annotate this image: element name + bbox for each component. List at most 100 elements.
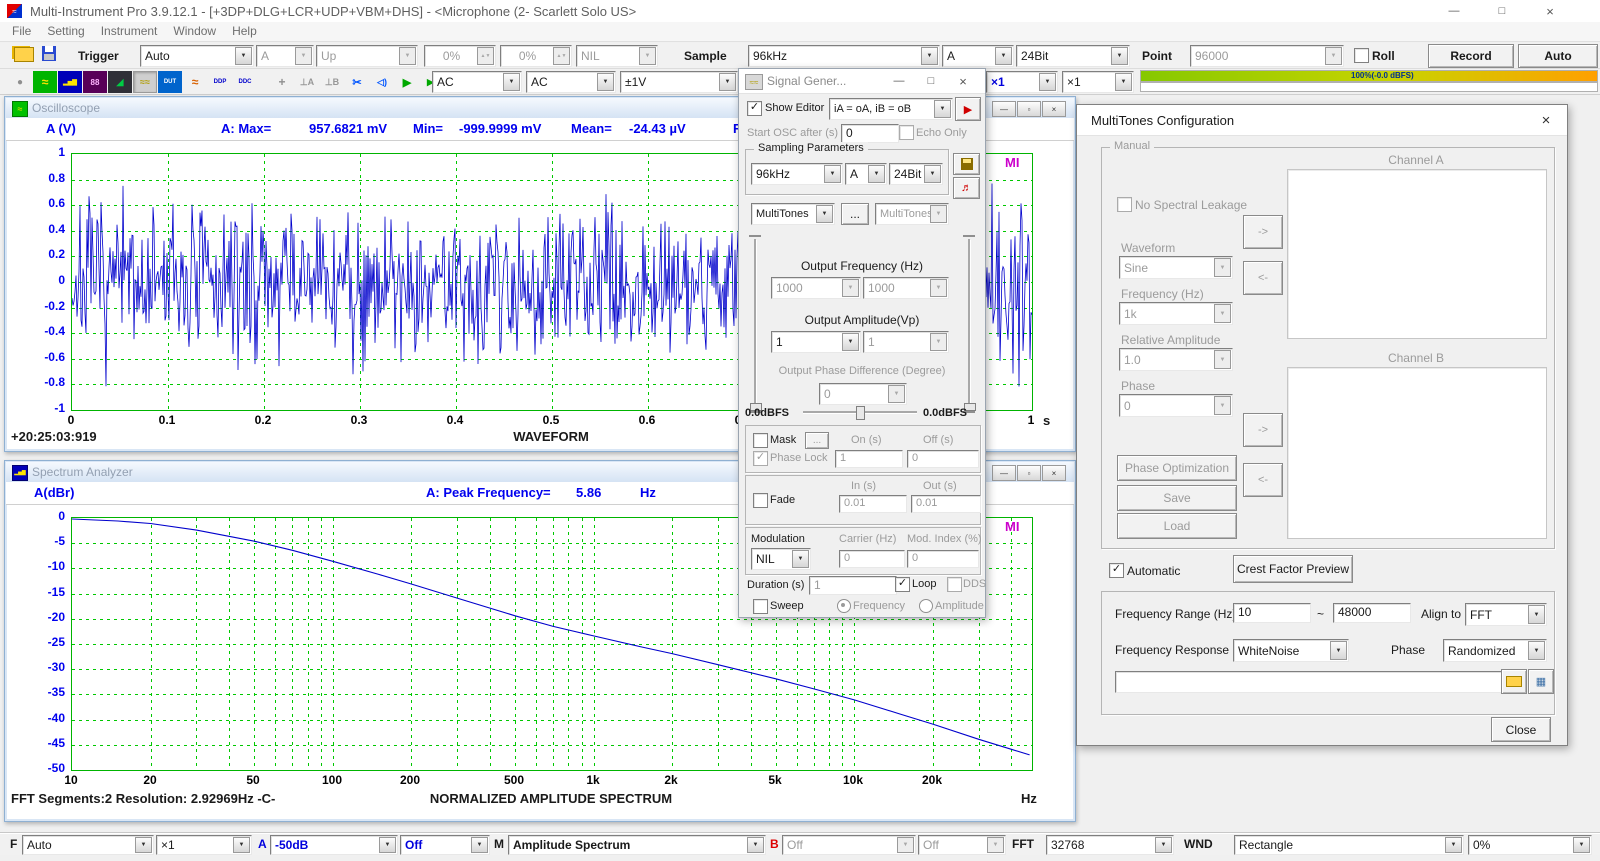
spectrum-3d-plot-icon[interactable]: ◢ <box>108 71 132 93</box>
sampling-rate-select[interactable]: 96kHz▼ <box>748 45 940 67</box>
oscilloscope-close-icon[interactable]: × <box>1042 101 1066 117</box>
loop-checkbox[interactable]: ✓ <box>895 577 910 592</box>
input-range-select[interactable]: ±1V▼ <box>620 71 738 93</box>
menu-item-setting[interactable]: Setting <box>39 22 92 40</box>
multimeter-icon[interactable]: 88 <box>83 71 107 93</box>
amplitude-slider-a[interactable] <box>747 233 763 413</box>
show-editor-checkbox[interactable]: ✓ <box>747 101 762 116</box>
signal-generator-titlebar[interactable]: ≈≈ Signal Gener... — □ × <box>739 69 985 94</box>
signal-generator-minimize-icon[interactable]: — <box>885 73 913 89</box>
probe-calibration-icon[interactable]: + <box>270 71 294 93</box>
ddc-icon[interactable]: DDC <box>233 71 257 93</box>
device-test-plan-icon[interactable]: DUT <box>158 71 182 93</box>
cursor-reader-icon[interactable]: ✂ <box>345 71 369 93</box>
spectrum-analyzer-icon[interactable]: ▂▅▇ <box>58 71 82 93</box>
chevron-down-icon: ▼ <box>921 47 938 65</box>
crest-factor-preview-button[interactable]: Crest Factor Preview <box>1233 555 1353 583</box>
spectrum-restore-icon[interactable]: ▫ <box>1017 465 1041 481</box>
oscilloscope-icon[interactable]: ≈ <box>33 71 57 93</box>
record-button[interactable]: Record <box>1428 44 1514 68</box>
automatic-checkbox[interactable]: ✓ <box>1109 563 1124 578</box>
mask-checkbox[interactable] <box>753 433 768 448</box>
run-icon[interactable]: ▶ <box>395 71 419 93</box>
amplitude-slider-b[interactable] <box>961 233 977 413</box>
sampling-channel-select[interactable]: A▼ <box>942 45 1014 67</box>
roll-checkbox[interactable] <box>1354 48 1369 63</box>
open-file-icon[interactable] <box>14 47 34 62</box>
chevron-down-icon: ▼ <box>868 165 885 183</box>
oscilloscope-minimize-icon[interactable]: — <box>992 101 1016 117</box>
point-select: 96000▼ <box>1190 45 1344 67</box>
file-path-input[interactable] <box>1115 671 1503 693</box>
b-offset-select: Off▼ <box>918 835 1006 855</box>
ground-b-icon[interactable]: ⊥B <box>320 71 344 93</box>
oscilloscope-restore-icon[interactable]: ▫ <box>1017 101 1041 117</box>
maximize-button[interactable]: □ <box>1486 2 1518 20</box>
auto-scale-button[interactable]: Auto <box>1518 44 1598 68</box>
save-file-icon[interactable] <box>42 46 56 61</box>
gen-rate-select[interactable]: 96kHz▼ <box>751 163 843 185</box>
menu-item-window[interactable]: Window <box>165 22 224 40</box>
sweep-checkbox[interactable] <box>753 599 768 614</box>
phase-mode-select[interactable]: Randomized▼ <box>1443 639 1547 662</box>
derived-data-point-icon[interactable]: ≈ <box>183 71 207 93</box>
score-note-icon[interactable]: ♬ <box>953 177 980 199</box>
edit-grid-button[interactable]: ▦ <box>1528 669 1554 694</box>
coupling-a-select[interactable]: AC▼ <box>432 71 522 93</box>
sound-device-icon[interactable]: ◁) <box>370 71 394 93</box>
frequency-response-select[interactable]: WhiteNoise▼ <box>1233 639 1349 662</box>
routing-select[interactable]: iA = oA, iB = oB▼ <box>829 98 953 120</box>
window-function-select[interactable]: Rectangle▼ <box>1234 835 1464 855</box>
spectrum-y-tick: -45 <box>23 736 65 750</box>
signal-generator-icon[interactable]: ≈≈ <box>133 71 157 93</box>
gen-bits-select[interactable]: 24Bit▼ <box>889 163 943 185</box>
coupling-b-select[interactable]: AC▼ <box>526 71 616 93</box>
menu-item-file[interactable]: File <box>4 22 39 40</box>
a-range-select[interactable]: -50dB▼ <box>270 835 398 855</box>
multitones-titlebar[interactable]: MultiTones Configuration × <box>1077 105 1567 136</box>
probe-b-select[interactable]: ×1▼ <box>1062 71 1134 93</box>
modulation-select[interactable]: NIL▼ <box>751 548 811 570</box>
multitones-close-button[interactable]: Close <box>1491 717 1551 742</box>
generator-run-button[interactable]: ▶ <box>955 97 981 121</box>
amplitude-a-select[interactable]: 1▼ <box>771 331 861 353</box>
align-to-select[interactable]: FFT▼ <box>1465 603 1547 626</box>
close-button[interactable]: × <box>1534 2 1566 20</box>
spectrum-minimize-icon[interactable]: — <box>992 465 1016 481</box>
a-offset-select[interactable]: Off▼ <box>400 835 490 855</box>
open-tones-file-button[interactable] <box>1501 669 1527 694</box>
overlap-select[interactable]: 0%▼ <box>1468 835 1592 855</box>
waveform-a-select[interactable]: MultiTones▼ <box>751 203 835 225</box>
menu-item-instrument[interactable]: Instrument <box>93 22 166 40</box>
record-indicator-icon[interactable]: ● <box>8 71 32 93</box>
title-bar: ≈ Multi-Instrument Pro 3.9.12.1 - [+3DP+… <box>0 0 1600 23</box>
fade-checkbox[interactable] <box>753 493 768 508</box>
ddp-viewer-icon[interactable]: DDP <box>208 71 232 93</box>
sampling-bits-select[interactable]: 24Bit▼ <box>1016 45 1130 67</box>
range-max-input[interactable]: 48000 <box>1333 603 1411 623</box>
trigger-mode-select[interactable]: Auto▼ <box>140 45 254 67</box>
mode-select[interactable]: Amplitude Spectrum▼ <box>508 835 766 855</box>
signal-generator-close-icon[interactable]: × <box>949 73 977 89</box>
probe-a-select[interactable]: ×1▼ <box>986 71 1058 93</box>
spectrum-y-tick: -25 <box>23 635 65 649</box>
dbfs-slider[interactable] <box>801 405 919 419</box>
chevron-down-icon: ▼ <box>379 837 396 853</box>
signal-generator-maximize-icon[interactable]: □ <box>917 73 945 89</box>
waveform-browse-button[interactable]: ... <box>841 203 869 225</box>
range-min-input[interactable]: 10 <box>1233 603 1311 623</box>
fft-size-select[interactable]: 32768▼ <box>1046 835 1174 855</box>
ground-a-icon[interactable]: ⊥A <box>295 71 319 93</box>
channel-a-listbox[interactable] <box>1287 169 1547 339</box>
multiplier-select[interactable]: ×1▼ <box>156 835 252 855</box>
minimize-button[interactable]: — <box>1438 2 1470 20</box>
spectrum-close-icon[interactable]: × <box>1042 465 1066 481</box>
chevron-down-icon: ▼ <box>399 47 416 65</box>
gen-channel-select[interactable]: A▼ <box>845 163 887 185</box>
menu-item-help[interactable]: Help <box>224 22 265 40</box>
frequency-axis-select[interactable]: Auto▼ <box>22 835 154 855</box>
channel-b-listbox[interactable] <box>1287 367 1547 539</box>
multitones-close-icon[interactable]: × <box>1533 110 1559 130</box>
chevron-down-icon: ▼ <box>1214 396 1231 415</box>
save-signal-icon[interactable] <box>953 153 980 175</box>
